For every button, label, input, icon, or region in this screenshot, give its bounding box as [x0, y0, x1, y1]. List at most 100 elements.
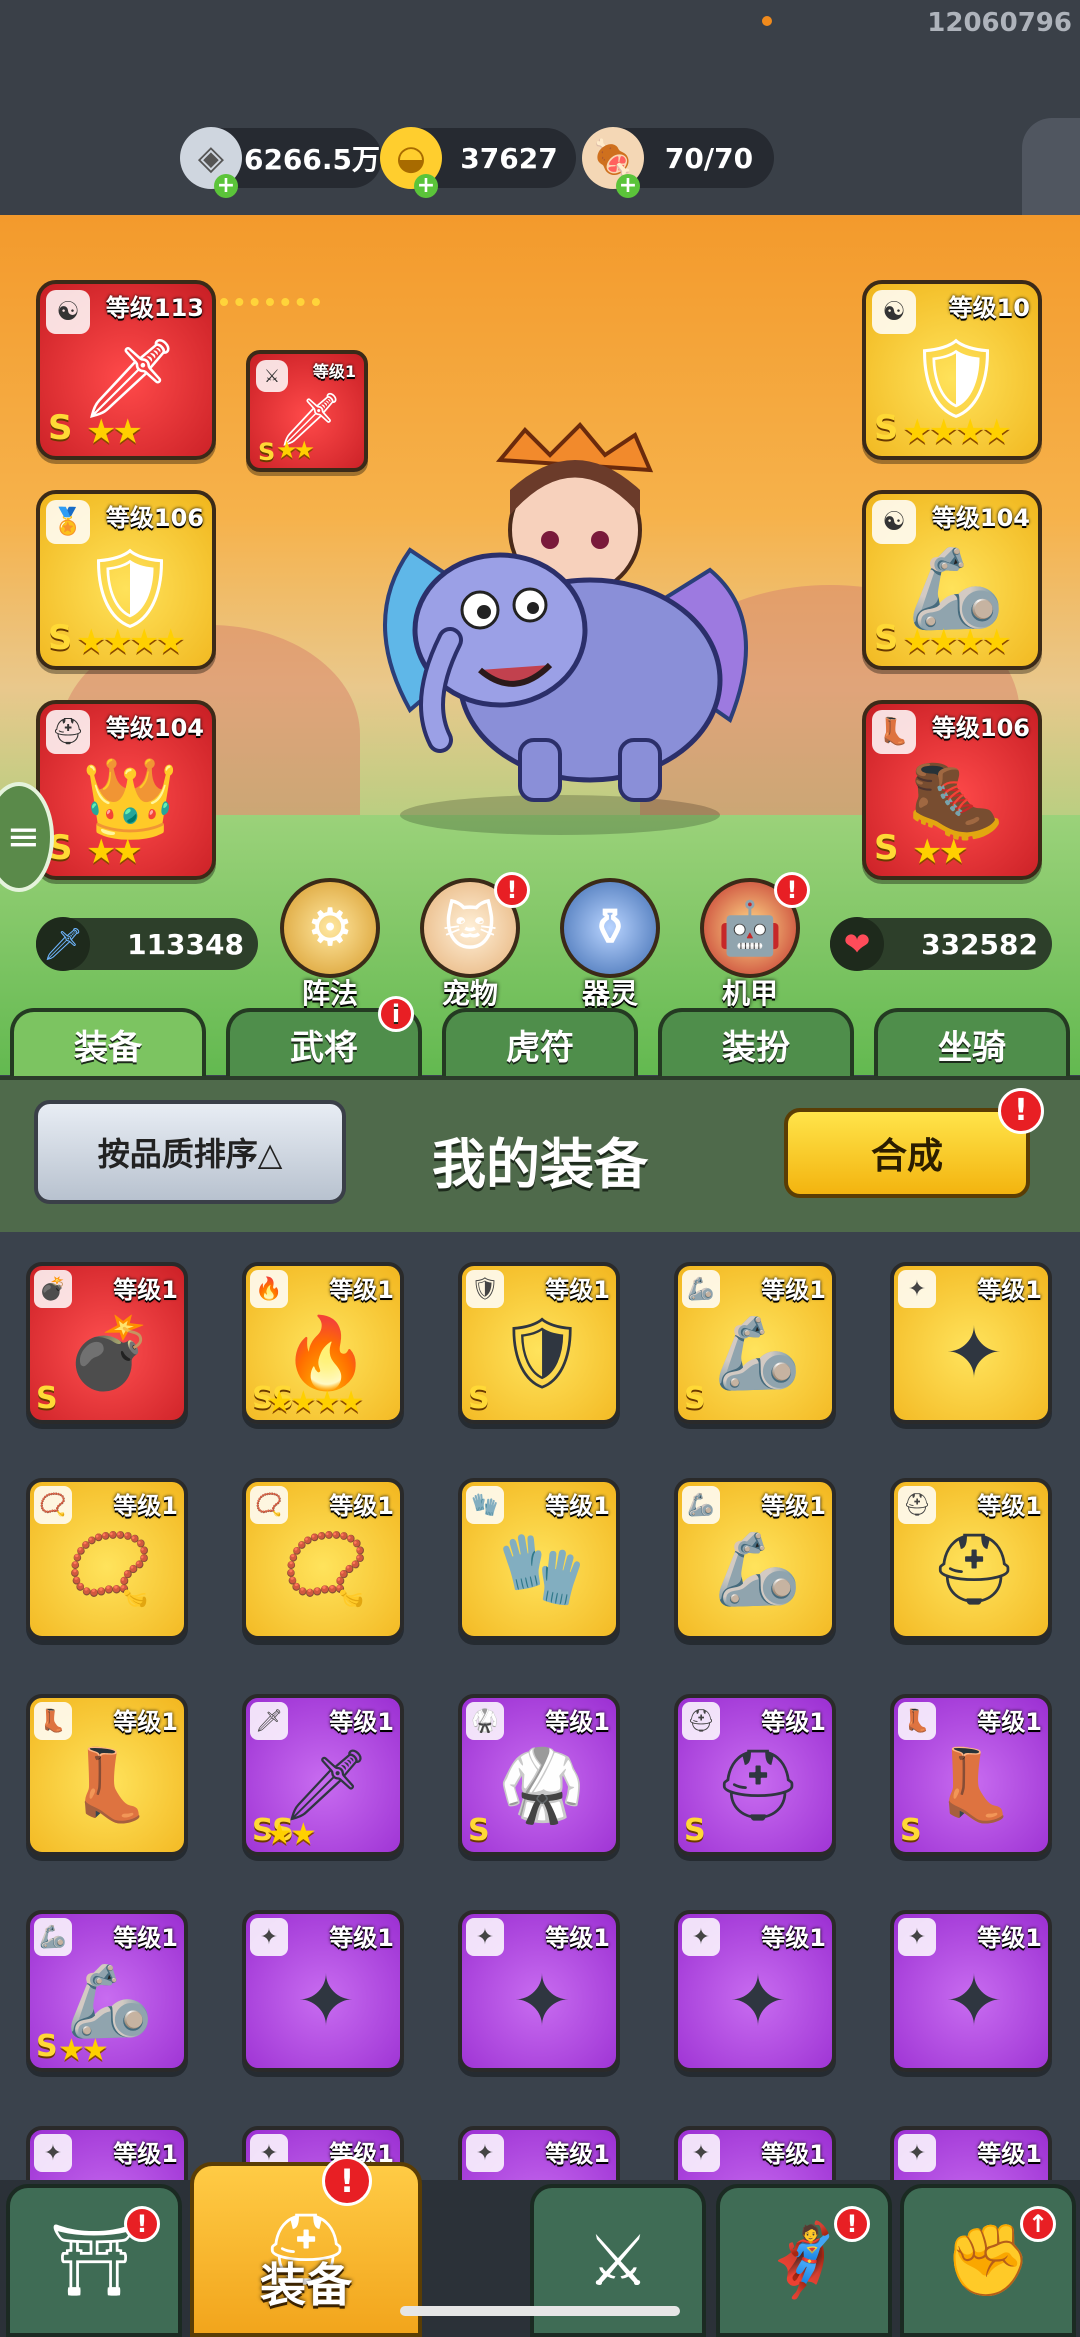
spirit-button[interactable]: ⚱ 器灵	[560, 878, 660, 1012]
equipment-item[interactable]: 👢 等级1 👢	[26, 1694, 188, 1856]
item-art-bracer-icon: 🦾	[714, 1311, 802, 1394]
tab-equipment[interactable]: 装备	[10, 1008, 206, 1076]
slot-grade: S	[48, 408, 73, 448]
home-indicator	[400, 2306, 680, 2316]
item-level: 等级1	[761, 1924, 826, 1952]
equipment-item[interactable]: 🦾 等级1 🦾 S ★★	[26, 1910, 188, 2072]
chest-armor-icon: 🥋	[466, 1702, 504, 1740]
slot-stars: ★★★★	[902, 412, 1012, 452]
equipment-item[interactable]: 📿 等级1 📿	[26, 1478, 188, 1640]
equipment-item[interactable]: 🧤 等级1 🧤	[458, 1478, 620, 1640]
fist-icon: ✊	[944, 2219, 1032, 2301]
slot-level: 等级104	[105, 714, 204, 742]
item-art-bracer-icon: 🦾	[714, 1527, 802, 1610]
item-art-gauntlet-icon: 🧤	[498, 1527, 586, 1610]
equip-slot-right-1[interactable]: ☯ 等级10 🛡 S ★★★★	[862, 280, 1042, 460]
sword-icon: 🗡	[250, 1702, 288, 1740]
phoenix-icon: 🔥	[250, 1270, 288, 1308]
add-gold-icon[interactable]: +	[414, 174, 438, 198]
equipment-item[interactable]: 🛡 等级1 🛡 S	[458, 1262, 620, 1424]
nav-city[interactable]: ⛩ !	[6, 2184, 182, 2337]
tab-mount[interactable]: 坐骑	[874, 1008, 1070, 1076]
equipment-item[interactable]: ✦ 等级1 ✦	[890, 1910, 1052, 2072]
necklace-icon: 📿	[250, 1486, 288, 1524]
tab-generals[interactable]: 武将 i	[226, 996, 422, 1076]
sort-by-quality-button[interactable]: 按品质排序△	[34, 1100, 346, 1204]
medal-icon: 🏅	[46, 500, 90, 544]
formation-label: 阵法	[301, 977, 358, 1010]
nav-upgrade[interactable]: ✊ ↑	[900, 2184, 1076, 2337]
bracer-icon: 🦾	[682, 1486, 720, 1524]
equipment-item[interactable]: 🗡 等级1 🗡 SS ★★	[242, 1694, 404, 1856]
equipment-item[interactable]: ⛑ 等级1 ⛑	[890, 1478, 1052, 1640]
silver-resource[interactable]: ◈ 6266.5万 +	[180, 127, 382, 198]
item-grade: S	[900, 1813, 922, 1848]
equipment-item[interactable]: ✦ 等级1 ✦	[458, 1910, 620, 2072]
stamina-resource[interactable]: 🍖 70/70 +	[582, 127, 774, 198]
slot-level: 等级104	[931, 504, 1030, 532]
combine-button[interactable]: 合成 !	[784, 1088, 1044, 1198]
taiji-icon: ☯	[872, 500, 916, 544]
nav-heroes[interactable]: 🦸 !	[716, 2184, 892, 2337]
heart-icon: ❤	[830, 917, 884, 971]
equipment-item[interactable]: ✦ 等级1 ✦	[674, 1910, 836, 2072]
shuriken-icon: ✦	[466, 1918, 504, 1956]
equip-slot-left-1[interactable]: ☯ 等级113 🗡 S ★★	[36, 280, 216, 460]
equipment-item[interactable]: 👢 等级1 👢 S	[890, 1694, 1052, 1856]
item-level: 等级1	[977, 1276, 1042, 1304]
tab-tiger-seal[interactable]: 虎符	[442, 1008, 638, 1076]
equipment-item[interactable]: ✦ 等级1 ✦	[242, 1910, 404, 2072]
slot-stars: ★★★★	[76, 622, 186, 662]
equip-slot-left-2[interactable]: 🏅 等级106 🛡 S ★★★★	[36, 490, 216, 670]
hero-on-elephant-mount[interactable]	[350, 420, 770, 840]
tab-label: 虎符	[506, 1027, 574, 1068]
equipment-item[interactable]: ✦ 等级1 ✦	[890, 1262, 1052, 1424]
equipment-item[interactable]: 📿 等级1 📿	[242, 1478, 404, 1640]
taiji-icon: ☯	[46, 290, 90, 334]
item-art-boot-icon: 👢	[66, 1743, 154, 1826]
item-level: 等级1	[113, 2140, 178, 2168]
item-level: 等级1	[977, 2140, 1042, 2168]
mecha-button[interactable]: 🤖 机甲 !	[700, 872, 810, 1012]
add-silver-icon[interactable]: +	[214, 174, 238, 198]
item-level: 等级1	[329, 1924, 394, 1952]
city-alert-badge: !	[124, 2206, 160, 2242]
item-level: 等级1	[545, 2140, 610, 2168]
equipment-item[interactable]: 🦾 等级1 🦾	[674, 1478, 836, 1640]
equipment-item[interactable]: 🥋 等级1 🥋 S	[458, 1694, 620, 1856]
chain-link-icon	[220, 298, 320, 328]
gauntlet-icon: 🧤	[466, 1486, 504, 1524]
item-level: 等级1	[545, 1708, 610, 1736]
spirit-label: 器灵	[581, 977, 638, 1010]
item-level: 等级1	[761, 1276, 826, 1304]
equip-slot-left-3[interactable]: ⛑ 等级104 👑 S ★★	[36, 700, 216, 880]
equipment-item[interactable]: 🔥 等级1 🔥 SS ★★★★	[242, 1262, 404, 1424]
pet-button[interactable]: 🐱 宠物 !	[420, 872, 530, 1012]
equipment-item[interactable]: 💣 等级1 💣 S	[26, 1262, 188, 1424]
item-level: 等级1	[329, 1492, 394, 1520]
health-value: 332582	[921, 927, 1038, 961]
shuriken-icon: ✦	[34, 2134, 72, 2172]
equip-slot-right-3[interactable]: 👢 等级106 🥾 S ★★	[862, 700, 1042, 880]
add-stamina-icon[interactable]: +	[616, 174, 640, 198]
item-art-shuriken-icon: ✦	[728, 1960, 788, 2042]
item-level: 等级1	[113, 1492, 178, 1520]
equip-slot-right-2[interactable]: ☯ 等级104 🦾 S ★★★★	[862, 490, 1042, 670]
boot-icon: 👢	[872, 710, 916, 754]
item-level: 等级1	[113, 1924, 178, 1952]
sword-icon: 🗡	[36, 917, 90, 971]
build-id: 12060796	[927, 8, 1072, 38]
equipment-item[interactable]: ⛑ 等级1 ⛑ S	[674, 1694, 836, 1856]
tab-costume[interactable]: 装扮	[658, 1008, 854, 1076]
item-grade: S	[684, 1381, 706, 1416]
item-art-shuriken-icon: ✦	[944, 1960, 1004, 2042]
slot-level: 等级10	[948, 294, 1030, 322]
shuriken-icon: ✦	[466, 2134, 504, 2172]
slot-grade: S	[258, 438, 276, 466]
item-level: 等级1	[977, 1708, 1042, 1736]
nav-equipment[interactable]: ⛑ 装备 !	[190, 2156, 422, 2337]
equipment-item[interactable]: 🦾 等级1 🦾 S	[674, 1262, 836, 1424]
formation-button[interactable]: ⚙ 阵法	[280, 878, 380, 1012]
gold-resource[interactable]: ◒ 37627 +	[380, 127, 576, 198]
bracer-icon: 🦾	[34, 1918, 72, 1956]
